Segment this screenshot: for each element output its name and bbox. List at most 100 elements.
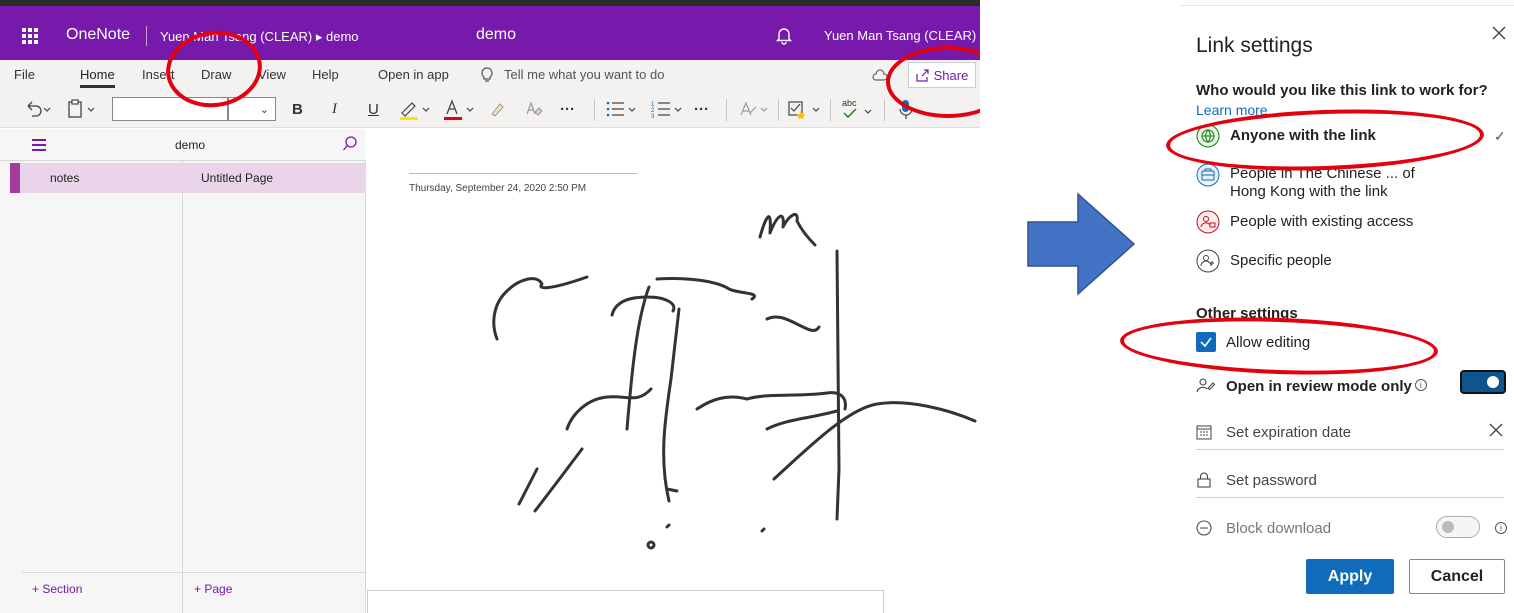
more-paragraph-button[interactable]: ···	[694, 98, 709, 120]
globe-icon	[1196, 124, 1220, 148]
person-edit-icon	[1196, 378, 1216, 393]
ink-drawing[interactable]	[367, 129, 980, 613]
divider	[183, 572, 366, 573]
numbering-icon[interactable]: 1 2 3	[650, 98, 686, 120]
tab-help[interactable]: Help	[312, 67, 339, 82]
tag-icon[interactable]	[786, 98, 824, 120]
review-mode-toggle[interactable]	[1460, 370, 1506, 394]
option-label: People with existing access	[1230, 213, 1414, 230]
cloud-icon	[872, 69, 888, 81]
block-icon	[1196, 520, 1212, 536]
option-label: People in The Chinese ... of	[1230, 165, 1415, 182]
apply-button[interactable]: Apply	[1306, 559, 1394, 594]
option-specific-people[interactable]: Specific people	[1196, 249, 1496, 275]
font-name-input[interactable]	[112, 97, 228, 121]
bullets-icon[interactable]	[604, 98, 640, 120]
tab-file[interactable]: File	[14, 67, 35, 82]
info-icon[interactable]: i	[1495, 522, 1507, 534]
divider	[778, 99, 779, 121]
underline-button[interactable]: U	[368, 98, 379, 120]
onenote-window: OneNote Yuen Man Tsang (CLEAR) ▸ demo de…	[0, 0, 980, 613]
check-icon	[1200, 337, 1212, 348]
clipboard-icon[interactable]	[66, 98, 100, 120]
divider	[146, 26, 147, 46]
microphone-icon[interactable]	[896, 98, 916, 120]
font-size-dropdown[interactable]: ⌄	[228, 97, 276, 121]
notebook-name[interactable]: demo	[175, 138, 205, 152]
divider	[594, 99, 595, 121]
allow-editing-checkbox[interactable]	[1196, 332, 1216, 352]
pages-pane	[183, 129, 366, 613]
divider	[726, 99, 727, 121]
divider	[830, 99, 831, 121]
building-icon	[1196, 163, 1220, 187]
info-icon[interactable]: i	[1414, 379, 1427, 391]
page-item-untitled[interactable]: Untitled Page	[183, 163, 366, 193]
add-section-button[interactable]: + Section	[32, 582, 82, 596]
option-existing-access[interactable]: People with existing access	[1196, 210, 1496, 236]
search-icon[interactable]	[342, 135, 358, 153]
share-label: Share	[933, 67, 969, 83]
ribbon-tabs: File Home Insert Draw View Help Open in …	[0, 60, 980, 90]
tab-insert[interactable]: Insert	[142, 67, 175, 82]
lock-icon	[1197, 472, 1211, 488]
share-button[interactable]: Share	[908, 62, 976, 88]
clear-formatting-icon[interactable]	[524, 98, 544, 120]
sections-pane	[0, 129, 183, 613]
people-icon	[1196, 249, 1220, 273]
link-settings-panel: Link settings Who would you like this li…	[1180, 0, 1514, 613]
add-page-button[interactable]: + Page	[194, 582, 232, 596]
ribbon-toolbar: ⌄ B I U ··· 1 2 3 ··· abc	[0, 90, 980, 128]
allow-editing-label[interactable]: Allow editing	[1226, 334, 1310, 351]
bold-button[interactable]: B	[292, 98, 303, 120]
learn-more-link[interactable]: Learn more	[1196, 102, 1268, 118]
notebook-header: demo	[0, 129, 366, 161]
tell-me-search[interactable]: Tell me what you want to do	[504, 67, 664, 82]
divider	[22, 572, 183, 573]
more-options-button[interactable]: ···	[560, 98, 575, 120]
lock-people-icon	[1196, 210, 1220, 234]
panel-top-border	[1180, 0, 1514, 6]
open-in-app-link[interactable]: Open in app	[378, 67, 449, 82]
cancel-button[interactable]: Cancel	[1409, 559, 1505, 594]
check-icon	[843, 108, 872, 118]
svg-text:3: 3	[651, 114, 655, 120]
option-anyone-with-link[interactable]: Anyone with the link	[1196, 124, 1496, 150]
clear-icon[interactable]	[1488, 422, 1504, 438]
option-label: Specific people	[1230, 252, 1332, 269]
undo-icon[interactable]	[24, 98, 54, 120]
hamburger-menu-icon[interactable]	[32, 139, 46, 154]
italic-button[interactable]: I	[332, 98, 337, 120]
block-download-label: Block download	[1226, 520, 1332, 537]
arrow-right-icon	[1027, 192, 1136, 296]
block-download-toggle[interactable]	[1436, 516, 1480, 538]
tab-view[interactable]: View	[258, 67, 286, 82]
spelling-button[interactable]: abc	[842, 98, 878, 120]
highlight-icon[interactable]	[398, 98, 434, 120]
expiration-date-field[interactable]: Set expiration date	[1196, 416, 1504, 450]
document-title: demo	[476, 26, 517, 43]
page-canvas[interactable]: Thursday, September 24, 2020 2:50 PM	[367, 129, 980, 613]
user-account[interactable]: Yuen Man Tsang (CLEAR)	[824, 28, 976, 43]
close-icon[interactable]	[1490, 24, 1508, 42]
tab-draw[interactable]: Draw	[201, 67, 231, 82]
password-field[interactable]: Set password	[1196, 464, 1504, 498]
section-label: notes	[50, 171, 80, 185]
bell-icon[interactable]	[774, 25, 794, 45]
format-painter-icon[interactable]	[488, 98, 508, 120]
section-item-notes[interactable]: notes	[10, 163, 183, 193]
lightbulb-icon	[481, 67, 493, 82]
app-name[interactable]: OneNote	[66, 26, 130, 44]
panel-title: Link settings	[1196, 34, 1313, 57]
calendar-icon	[1196, 425, 1212, 440]
breadcrumb[interactable]: Yuen Man Tsang (CLEAR) ▸ demo	[160, 29, 359, 45]
page-label: Untitled Page	[201, 171, 274, 185]
font-color-icon[interactable]	[442, 98, 478, 120]
option-organization[interactable]: People in The Chinese ... of Hong Kong w…	[1196, 163, 1496, 201]
tab-home[interactable]: Home	[80, 67, 115, 88]
audience-question: Who would you like this link to work for…	[1196, 82, 1488, 99]
app-launcher-icon[interactable]	[22, 28, 38, 44]
styles-icon[interactable]	[738, 98, 772, 120]
title-bar: OneNote Yuen Man Tsang (CLEAR) ▸ demo de…	[0, 6, 980, 60]
option-label: Anyone with the link	[1230, 127, 1376, 144]
